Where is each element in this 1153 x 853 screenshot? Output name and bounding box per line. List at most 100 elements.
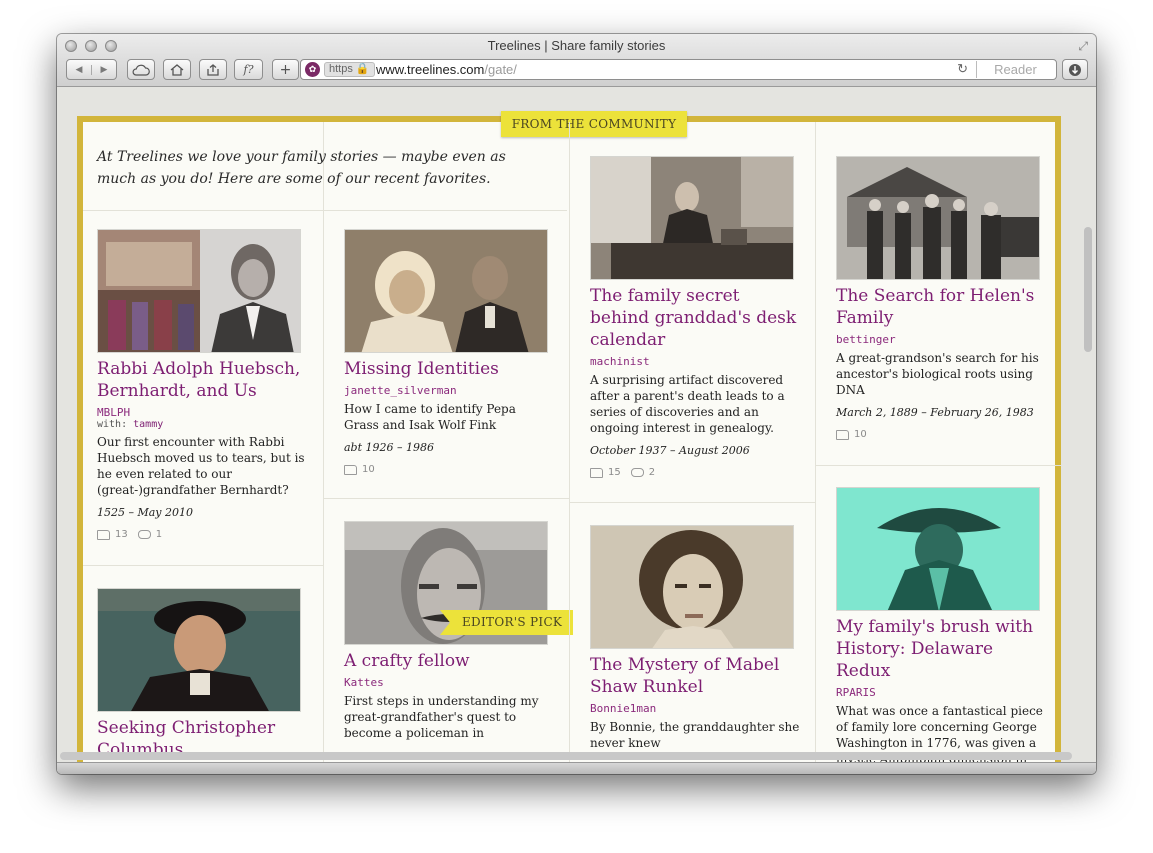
story-description: Our first encounter with Rabbi Huebsch m… bbox=[97, 435, 305, 497]
card-divider bbox=[570, 502, 815, 503]
story-card[interactable]: Rabbi Adolph Huebsch, Bernhardt, and Us … bbox=[97, 229, 307, 540]
story-title[interactable]: Rabbi Adolph Huebsch, Bernhardt, and Us bbox=[97, 358, 307, 402]
cloud-icon bbox=[132, 64, 150, 76]
story-title[interactable]: Missing Identities bbox=[344, 358, 554, 380]
comments-count-value: 2 bbox=[648, 467, 656, 478]
story-description: First steps in understanding my great-gr… bbox=[344, 694, 539, 740]
stories-column-4: The Search for Helen's Family bettinger … bbox=[815, 122, 1061, 774]
horizontal-scrollbar[interactable] bbox=[60, 752, 1072, 760]
site-favicon-icon: ✿ bbox=[305, 62, 320, 77]
stories-icon bbox=[836, 429, 849, 440]
story-card[interactable]: My family's brush with History: Delaware… bbox=[836, 487, 1046, 767]
story-card[interactable]: The family secret behind granddad's desk… bbox=[590, 156, 800, 478]
reload-icon[interactable]: ↻ bbox=[957, 61, 968, 77]
lock-icon: 🔒 bbox=[355, 63, 370, 75]
story-author[interactable]: janette_silverman bbox=[344, 384, 554, 397]
story-title[interactable]: The family secret behind granddad's desk… bbox=[590, 285, 800, 351]
https-label: https bbox=[329, 63, 353, 75]
story-coauthor: with: tammy bbox=[97, 419, 307, 430]
add-bookmark-button[interactable]: + bbox=[272, 59, 299, 80]
icloud-tabs-button[interactable] bbox=[127, 59, 155, 80]
story-card[interactable]: The Search for Helen's Family bettinger … bbox=[836, 156, 1046, 440]
share-icon bbox=[207, 63, 219, 76]
fullscreen-icon[interactable]: ⤢ bbox=[1078, 39, 1088, 54]
browser-toolbar: Treelines | Share family stories ⤢ ◀ ▶ f… bbox=[57, 34, 1096, 87]
story-title[interactable]: The Search for Helen's Family bbox=[836, 285, 1046, 329]
comments-count[interactable]: 1 bbox=[137, 529, 163, 540]
home-button[interactable] bbox=[163, 59, 191, 80]
story-author[interactable]: machinist bbox=[590, 355, 800, 368]
comment-icon bbox=[630, 468, 644, 477]
comments-count-value: 1 bbox=[155, 529, 163, 540]
stories-icon bbox=[97, 529, 110, 540]
stories-count-value: 15 bbox=[608, 467, 621, 478]
stories-count[interactable]: 15 bbox=[590, 467, 621, 478]
card-divider bbox=[83, 565, 323, 566]
browser-window: Treelines | Share family stories ⤢ ◀ ▶ f… bbox=[57, 34, 1096, 774]
story-dates: abt 1926 – 1986 bbox=[344, 441, 434, 454]
stories-icon bbox=[590, 467, 603, 478]
story-counts: 10 bbox=[344, 464, 554, 475]
story-author[interactable]: Kattes bbox=[344, 676, 554, 689]
story-counts: 13 1 bbox=[97, 529, 307, 540]
story-dates: 1525 – May 2010 bbox=[97, 506, 194, 519]
story-title[interactable]: A crafty fellow bbox=[344, 650, 554, 672]
https-badge: https 🔒 bbox=[324, 62, 375, 77]
download-icon bbox=[1069, 63, 1081, 76]
story-title[interactable]: The Mystery of Mabel Shaw Runkel bbox=[590, 654, 800, 698]
story-author[interactable]: RPARIS bbox=[836, 686, 1046, 699]
stories-column-1: Rabbi Adolph Huebsch, Bernhardt, and Us … bbox=[83, 122, 567, 774]
url-domain: www.treelines.com bbox=[376, 62, 485, 77]
story-author[interactable]: MBLPH bbox=[97, 406, 307, 419]
stories-count-value: 10 bbox=[362, 464, 375, 475]
downloads-button[interactable] bbox=[1062, 59, 1088, 80]
story-description: How I came to identify Pepa Grass and Is… bbox=[344, 402, 516, 432]
stories-count[interactable]: 10 bbox=[344, 464, 375, 475]
page-viewport: FROM THE COMMUNITY Rabbi Adolph Huebsch,… bbox=[57, 87, 1096, 774]
share-button[interactable] bbox=[199, 59, 227, 80]
forward-arrow-icon[interactable]: ▶ bbox=[91, 64, 116, 75]
address-bar[interactable]: ✿ https 🔒 www.treelines.com/gate/ ↻ Read… bbox=[300, 59, 1057, 80]
stories-count[interactable]: 13 bbox=[97, 529, 128, 540]
url-path: /gate/ bbox=[484, 62, 517, 77]
story-description: A surprising artifact discovered after a… bbox=[590, 373, 785, 435]
story-author[interactable]: Bonnie1man bbox=[590, 702, 800, 715]
story-card[interactable]: Missing Identities janette_silverman How… bbox=[344, 229, 554, 475]
stories-count[interactable]: 10 bbox=[836, 429, 867, 440]
washington-figure-image bbox=[837, 488, 1039, 610]
bookmarklet-button[interactable]: f? bbox=[234, 59, 263, 80]
editors-pick-ribbon: EDITOR'S PICK bbox=[440, 610, 573, 635]
stories-count-value: 10 bbox=[854, 429, 867, 440]
reader-button[interactable]: Reader bbox=[976, 61, 1054, 78]
community-stories-panel: FROM THE COMMUNITY Rabbi Adolph Huebsch,… bbox=[77, 111, 1061, 774]
window-title: Treelines | Share family stories bbox=[487, 38, 666, 53]
story-photo[interactable] bbox=[836, 487, 1040, 611]
story-author[interactable]: bettinger bbox=[836, 333, 1046, 346]
story-photo[interactable] bbox=[836, 156, 1040, 280]
story-photo[interactable] bbox=[97, 588, 301, 712]
coauthor-link[interactable]: tammy bbox=[133, 419, 163, 430]
vertical-scrollbar[interactable] bbox=[1084, 227, 1092, 352]
stories-column-2: Missing Identities janette_silverman How… bbox=[323, 122, 573, 774]
back-forward-buttons: ◀ ▶ bbox=[66, 59, 117, 80]
url-text[interactable]: www.treelines.com/gate/ bbox=[376, 62, 517, 77]
card-divider bbox=[324, 498, 569, 499]
story-card[interactable]: Seeking Christopher Columbus bbox=[97, 588, 307, 761]
story-card[interactable]: The Mystery of Mabel Shaw Runkel Bonnie1… bbox=[590, 525, 800, 751]
family-group-image bbox=[837, 157, 1039, 279]
story-title[interactable]: My family's brush with History: Delaware… bbox=[836, 616, 1046, 682]
story-description: By Bonnie, the granddaughter she never k… bbox=[590, 720, 800, 750]
comments-count[interactable]: 2 bbox=[630, 467, 656, 478]
home-icon bbox=[170, 63, 184, 76]
synagogue-portrait-image bbox=[98, 230, 300, 352]
window-bottom-bar bbox=[57, 762, 1096, 774]
story-photo[interactable] bbox=[590, 525, 794, 649]
story-photo[interactable] bbox=[590, 156, 794, 280]
story-photo[interactable] bbox=[97, 229, 301, 353]
stories-count-value: 13 bbox=[115, 529, 128, 540]
back-arrow-icon[interactable]: ◀ bbox=[67, 65, 91, 75]
story-photo[interactable] bbox=[344, 229, 548, 353]
story-dates: March 2, 1889 – February 26, 1983 bbox=[836, 406, 1034, 419]
stories-column-3: The family secret behind granddad's desk… bbox=[569, 122, 815, 774]
man-at-desk-image bbox=[591, 157, 793, 279]
